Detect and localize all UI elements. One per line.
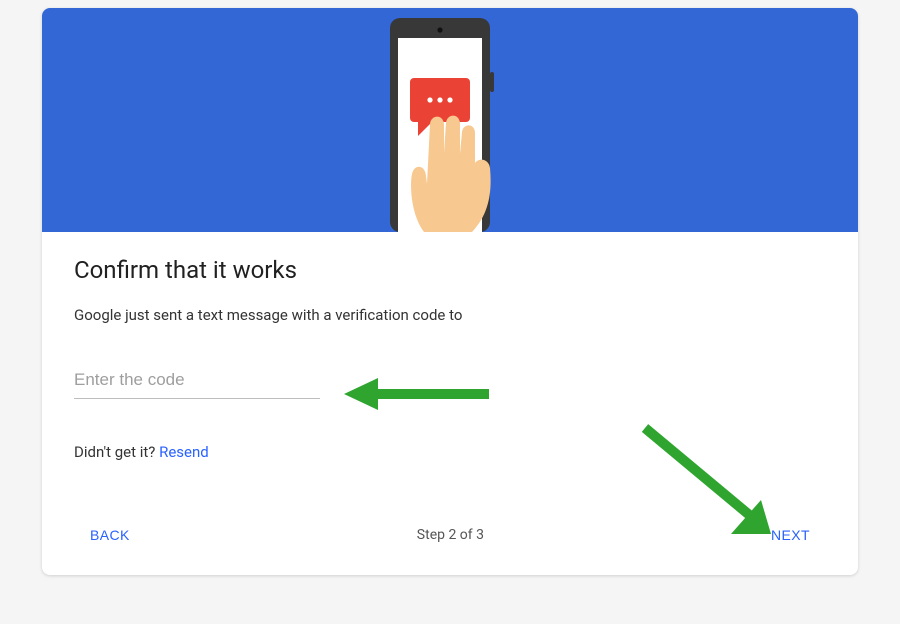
phone-message-icon — [350, 8, 550, 232]
arrow-to-code-input — [344, 374, 494, 414]
hero-banner — [42, 8, 858, 232]
resend-prompt: Didn't get it? — [74, 443, 159, 461]
step-indicator: Step 2 of 3 — [417, 527, 484, 543]
page-title: Confirm that it works — [74, 256, 826, 284]
code-input[interactable] — [74, 366, 320, 399]
back-button[interactable]: BACK — [80, 519, 140, 551]
resend-link[interactable]: Resend — [159, 443, 209, 461]
arrow-to-next-button — [637, 420, 787, 550]
verification-card: Confirm that it works Google just sent a… — [42, 8, 858, 575]
description-text: Google just sent a text message with a v… — [74, 306, 826, 324]
